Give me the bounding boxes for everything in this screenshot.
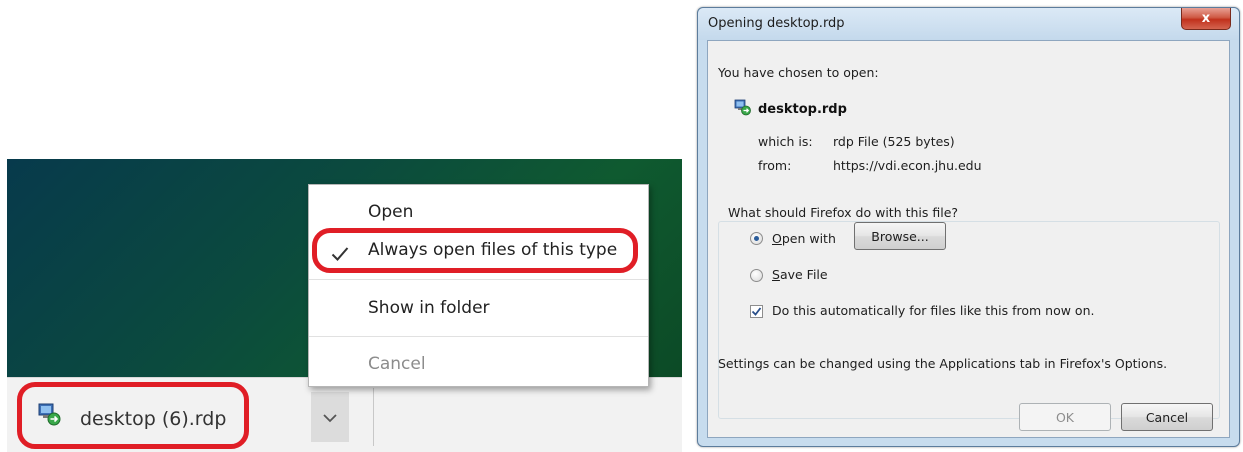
open-with-radio[interactable] — [750, 232, 763, 245]
menu-item-label: Always open files of this type — [368, 240, 618, 260]
auto-action-checkbox[interactable] — [750, 305, 763, 318]
close-button[interactable]: x — [1181, 8, 1231, 30]
intro-text: You have chosen to open: — [718, 65, 879, 80]
download-file-name: desktop (6).rdp — [80, 408, 227, 430]
menu-item-label: Open — [368, 202, 414, 222]
browse-button[interactable]: Browse... — [854, 222, 946, 250]
menu-separator — [309, 279, 648, 280]
dialog-titlebar: Opening desktop.rdp x — [698, 8, 1239, 40]
action-groupbox — [718, 221, 1220, 419]
cancel-button[interactable]: Cancel — [1121, 403, 1213, 431]
auto-action-label: Do this automatically for files like thi… — [772, 303, 1095, 318]
from-label: from: — [758, 158, 792, 173]
rdp-file-icon — [37, 403, 63, 431]
download-item[interactable]: desktop (6).rdp — [37, 401, 327, 437]
checkmark-icon — [331, 242, 349, 272]
menu-separator — [309, 336, 648, 337]
settings-note: Settings can be changed using the Applic… — [718, 356, 1168, 371]
chevron-down-icon — [323, 408, 337, 427]
dialog-title: Opening desktop.rdp — [708, 16, 845, 31]
save-file-radio[interactable] — [750, 269, 763, 282]
download-menu-button[interactable] — [311, 392, 349, 442]
ok-button[interactable]: OK — [1019, 403, 1111, 431]
group-legend: What should Firefox do with this file? — [724, 205, 963, 220]
which-is-value: rdp File (525 bytes) — [833, 134, 955, 149]
download-context-menu: Open Always open files of this type Show… — [308, 184, 649, 387]
menu-item-label: Show in folder — [368, 298, 490, 318]
open-with-label: Open with — [772, 231, 836, 246]
rdp-file-icon — [734, 99, 752, 120]
menu-item-label: Cancel — [368, 354, 426, 374]
checkbox-check-icon — [751, 302, 762, 321]
download-shelf-divider — [373, 388, 374, 446]
save-file-label: Save File — [772, 267, 828, 282]
menu-item-cancel: Cancel — [309, 349, 648, 379]
menu-item-open[interactable]: Open — [309, 197, 648, 227]
menu-item-show-in-folder[interactable]: Show in folder — [309, 293, 648, 323]
menu-item-always-open[interactable]: Always open files of this type — [309, 235, 648, 265]
firefox-open-dialog: Opening desktop.rdp x You have chosen to… — [697, 7, 1240, 447]
from-value: https://vdi.econ.jhu.edu — [833, 158, 982, 173]
file-name: desktop.rdp — [758, 102, 847, 117]
which-is-label: which is: — [758, 134, 813, 149]
close-icon: x — [1201, 11, 1211, 26]
file-row: desktop.rdp — [734, 99, 847, 120]
dialog-body: You have chosen to open: desktop.rdp whi… — [707, 40, 1230, 438]
